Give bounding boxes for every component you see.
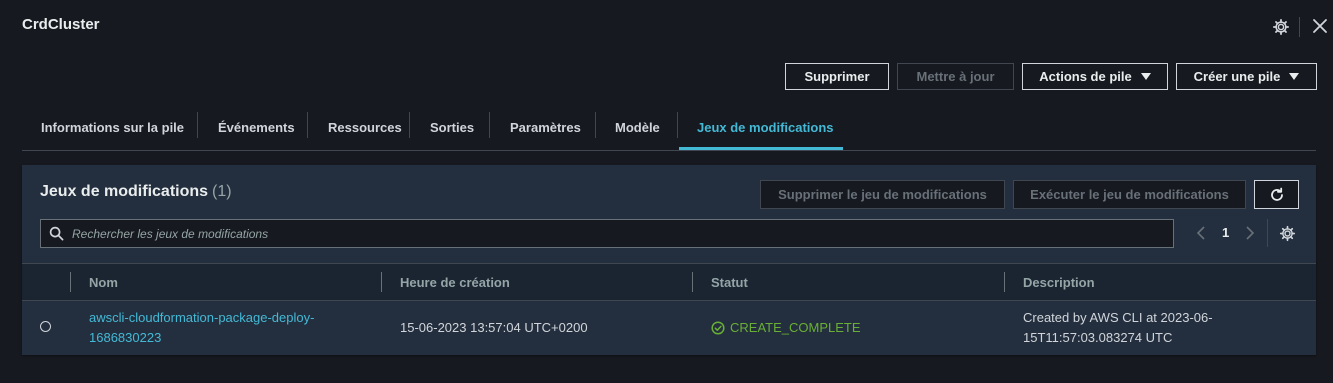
check-circle-icon (711, 320, 725, 335)
column-created[interactable]: Heure de création (400, 264, 510, 300)
stack-actions-label: Actions de pile (1039, 69, 1132, 84)
panel-title: Jeux de modifications (1) (40, 183, 232, 201)
execute-changeset-button[interactable]: Exécuter le jeu de modifications (1013, 180, 1246, 209)
table-row[interactable]: awscli-cloudformation-package-deploy-168… (22, 300, 1316, 355)
cell-description: Created by AWS CLI at 2023-06-15T11:57:0… (1023, 300, 1233, 355)
chevron-left-icon[interactable] (1194, 225, 1208, 241)
table-header: Nom Heure de création Statut Description (22, 263, 1316, 301)
status-text: CREATE_COMPLETE (730, 319, 861, 335)
tab-stack-info[interactable]: Informations sur la pile (41, 104, 184, 150)
tab-events[interactable]: Événements (218, 104, 295, 150)
column-name[interactable]: Nom (89, 264, 118, 300)
tab-divider (677, 112, 678, 138)
chevron-right-icon[interactable] (1243, 225, 1257, 241)
gear-icon[interactable] (1279, 225, 1296, 242)
active-tab-indicator (679, 147, 843, 150)
cell-created: 15-06-2023 13:57:04 UTC+0200 (400, 319, 588, 335)
panel-count: (1) (212, 183, 232, 200)
header-divider (1299, 17, 1300, 37)
create-stack-button[interactable]: Créer une pile (1176, 63, 1317, 90)
refresh-icon (1270, 187, 1283, 201)
close-icon[interactable] (1312, 18, 1328, 34)
column-divider[interactable] (1004, 272, 1005, 292)
tab-divider (489, 112, 490, 138)
stack-title: CrdCluster (22, 16, 100, 33)
tab-divider (197, 112, 198, 138)
column-divider (70, 272, 71, 292)
row-select-radio[interactable] (40, 321, 51, 332)
column-divider[interactable] (381, 272, 382, 292)
stack-actions-button[interactable]: Actions de pile (1022, 63, 1168, 90)
tab-parameters[interactable]: Paramètres (510, 104, 581, 150)
column-status[interactable]: Statut (711, 264, 748, 300)
update-stack-button[interactable]: Mettre à jour (897, 63, 1014, 90)
stack-tabs: Informations sur la pile Événements Ress… (22, 104, 1316, 151)
tab-outputs[interactable]: Sorties (430, 104, 474, 150)
refresh-button[interactable] (1254, 180, 1299, 209)
cell-status: CREATE_COMPLETE (711, 300, 861, 355)
search-input[interactable] (70, 225, 1173, 242)
create-stack-label: Créer une pile (1193, 69, 1281, 84)
page-number[interactable]: 1 (1222, 225, 1229, 240)
panel-title-text: Jeux de modifications (40, 183, 209, 200)
column-description[interactable]: Description (1023, 264, 1095, 300)
search-field[interactable] (40, 219, 1174, 248)
description-text: Created by AWS CLI at 2023-06-15T11:57:0… (1023, 309, 1213, 345)
delete-changeset-button[interactable]: Supprimer le jeu de modifications (760, 180, 1005, 209)
tab-template[interactable]: Modèle (615, 104, 660, 150)
tab-change-sets[interactable]: Jeux de modifications (697, 104, 834, 150)
tab-divider (595, 112, 596, 138)
change-sets-panel: Jeux de modifications (1) Supprimer le je… (22, 165, 1316, 355)
search-icon (49, 226, 64, 241)
gear-icon[interactable] (1272, 18, 1290, 36)
changeset-link[interactable]: awscli-cloudformation-package-deploy-168… (89, 308, 339, 348)
tab-divider (409, 112, 410, 138)
tab-resources[interactable]: Ressources (328, 104, 402, 150)
caret-down-icon (1289, 73, 1300, 80)
pager-divider (1267, 219, 1268, 247)
delete-stack-button[interactable]: Supprimer (785, 63, 889, 90)
cell-name: awscli-cloudformation-package-deploy-168… (89, 300, 339, 355)
caret-down-icon (1140, 73, 1151, 80)
column-divider[interactable] (692, 272, 693, 292)
tab-divider (307, 112, 308, 138)
